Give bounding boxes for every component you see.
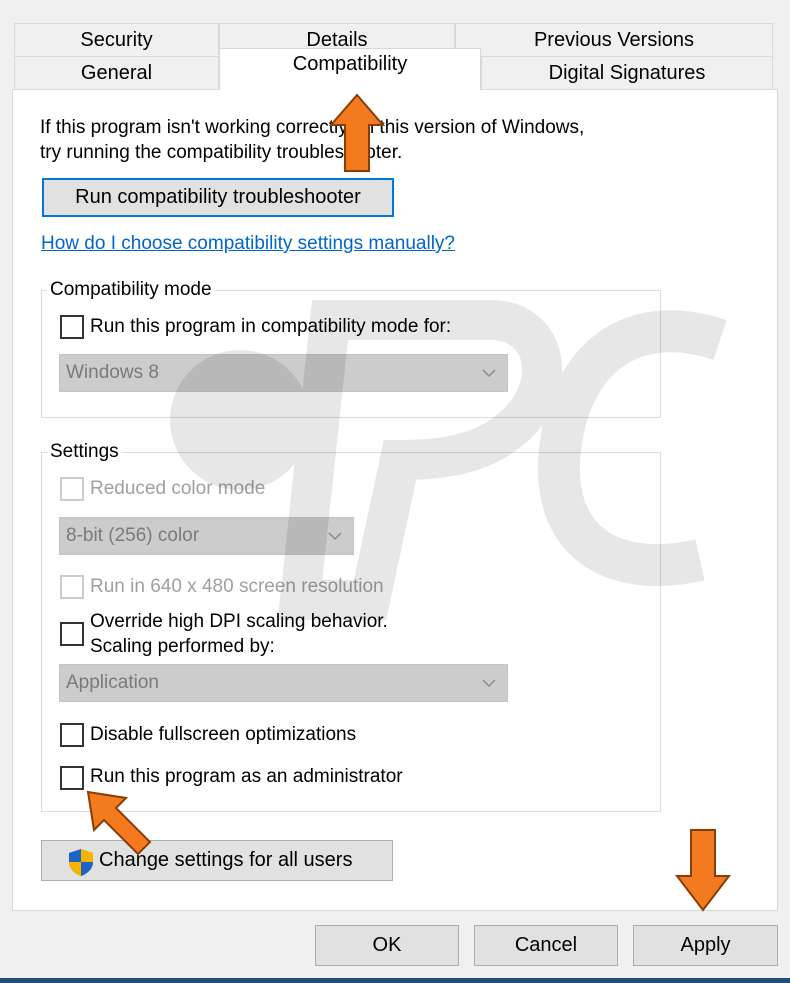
tab-previous-versions[interactable]: Previous Versions xyxy=(455,23,773,55)
scaling-select[interactable]: Application xyxy=(59,664,508,702)
tab-previous-versions-label: Previous Versions xyxy=(533,29,695,51)
os-version-value: Windows 8 xyxy=(66,362,159,383)
run-as-admin-checkbox[interactable] xyxy=(60,766,84,790)
scaling-value: Application xyxy=(66,672,159,693)
dpi-override-label-line2: Scaling performed by: xyxy=(90,636,275,657)
arrow-up-icon xyxy=(329,93,385,172)
tab-digital-signatures[interactable]: Digital Signatures xyxy=(481,56,773,89)
dpi-override-label-line1: Override high DPI scaling behavior. xyxy=(90,611,388,632)
intro-line-1: If this program isn't working correctly … xyxy=(40,117,585,138)
tab-general[interactable]: General xyxy=(14,56,219,89)
window-bottom-border xyxy=(0,978,790,983)
fullscreen-optimizations-label: Disable fullscreen optimizations xyxy=(90,724,357,745)
reduced-color-label: Reduced color mode xyxy=(90,478,266,499)
run-troubleshooter-button[interactable]: Run compatibility troubleshooter xyxy=(42,178,394,217)
resolution-640-label: Run in 640 x 480 screen resolution xyxy=(90,576,384,597)
cancel-button[interactable]: Cancel xyxy=(474,925,618,966)
dpi-override-checkbox[interactable] xyxy=(60,622,84,646)
resolution-640-checkbox[interactable] xyxy=(60,575,84,599)
settings-legend: Settings xyxy=(47,441,122,463)
reduced-color-checkbox[interactable] xyxy=(60,477,84,501)
color-depth-value: 8-bit (256) color xyxy=(66,525,200,546)
run-as-admin-label: Run this program as an administrator xyxy=(90,766,403,787)
arrow-up-left-icon xyxy=(86,790,152,856)
tab-general-label: General xyxy=(80,62,153,84)
compatibility-mode-legend: Compatibility mode xyxy=(47,279,215,301)
arrow-down-icon xyxy=(675,829,731,912)
ok-button[interactable]: OK xyxy=(315,925,459,966)
chevron-down-icon xyxy=(482,369,496,378)
tab-row-front: General Compatibility Digital Signatures xyxy=(0,48,790,90)
manual-settings-link[interactable]: How do I choose compatibility settings m… xyxy=(41,233,455,255)
tab-compatibility[interactable]: Compatibility xyxy=(219,48,481,90)
tab-security[interactable]: Security xyxy=(14,23,219,55)
compatibility-mode-checkbox[interactable] xyxy=(60,315,84,339)
chevron-down-icon xyxy=(328,532,342,541)
os-version-select[interactable]: Windows 8 xyxy=(59,354,508,392)
compatibility-mode-label: Run this program in compatibility mode f… xyxy=(90,316,452,337)
tab-digital-signatures-label: Digital Signatures xyxy=(548,62,706,84)
fullscreen-optimizations-checkbox[interactable] xyxy=(60,723,84,747)
tab-security-label: Security xyxy=(80,29,153,51)
apply-button[interactable]: Apply xyxy=(633,925,778,966)
tab-compatibility-label: Compatibility xyxy=(292,53,408,75)
color-depth-select[interactable]: 8-bit (256) color xyxy=(59,517,354,555)
chevron-down-icon xyxy=(482,679,496,688)
